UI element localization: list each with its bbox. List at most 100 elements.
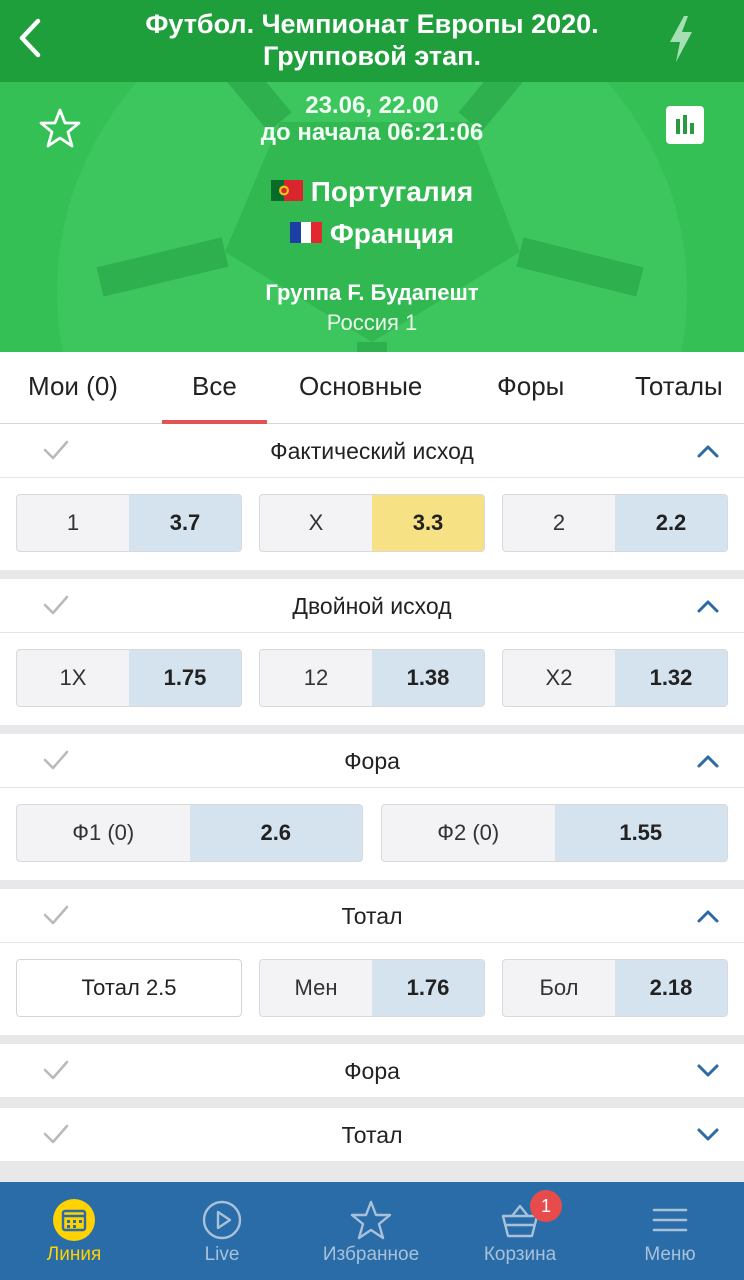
bet-button[interactable]: X2 1.32 — [502, 649, 728, 707]
market-total: Тотал Тотал 2.5 Мен 1.76 Бол 2.18 — [0, 889, 744, 1035]
market-outcome: Фактический исход 1 3.7 X 3.3 2 2.2 — [0, 424, 744, 570]
bet-label: X2 — [545, 665, 573, 690]
portugal-flag-icon — [270, 180, 303, 202]
market-title: Фактический исход — [270, 438, 474, 464]
bet-odd: 2.18 — [615, 960, 727, 1016]
tab-all[interactable]: Все — [162, 352, 267, 424]
chevron-up-icon[interactable] — [696, 440, 720, 462]
tab-handicaps[interactable]: Форы — [497, 352, 564, 424]
bet-odd-selected: 3.3 — [372, 495, 484, 551]
bet-label: 1X — [59, 665, 87, 690]
chevron-up-icon[interactable] — [696, 750, 720, 772]
page-title-line2: Групповой этап. — [263, 41, 481, 71]
market-bets: 1X 1.75 12 1.38 X2 1.32 — [0, 633, 744, 725]
bet-button[interactable]: Ф1 (0) 2.6 — [16, 804, 363, 862]
team-away: Франция — [0, 217, 744, 251]
market-header[interactable]: Тотал — [0, 889, 744, 943]
bet-button[interactable]: 1X 1.75 — [16, 649, 242, 707]
market-handicap-collapsed: Фора — [0, 1044, 744, 1098]
page-title: Футбол. Чемпионат Европы 2020. Групповой… — [80, 8, 664, 72]
nav-label: Live — [204, 1244, 240, 1265]
calendar-icon — [53, 1199, 95, 1241]
market-title: Двойной исход — [292, 593, 452, 619]
menu-icon — [652, 1208, 688, 1232]
bet-odd: 2.6 — [189, 805, 362, 861]
lightning-icon — [670, 16, 692, 62]
market-tabs: Мои (0) Все Основные Форы Тоталы — [0, 352, 744, 424]
market-header[interactable]: Фора — [0, 734, 744, 788]
match-header: 23.06, 22.00 до начала 06:21:06 Португал… — [0, 82, 744, 352]
chevron-up-icon[interactable] — [696, 905, 720, 927]
market-header[interactable]: Двойной исход — [0, 579, 744, 633]
team-home: Португалия — [0, 175, 744, 209]
nav-line[interactable]: Линия — [0, 1182, 148, 1280]
nav-label: Корзина — [483, 1244, 557, 1265]
top-bar: Футбол. Чемпионат Европы 2020. Групповой… — [0, 0, 744, 82]
bet-label: Мен — [294, 975, 338, 1000]
chevron-left-icon — [19, 18, 41, 58]
bet-odd: 3.7 — [129, 495, 241, 551]
team-home-name: Португалия — [310, 176, 474, 207]
team-away-name: Франция — [329, 218, 455, 249]
back-button[interactable] — [12, 14, 48, 62]
market-handicap: Фора Ф1 (0) 2.6 Ф2 (0) 1.55 — [0, 734, 744, 880]
bet-label: Ф2 (0) — [437, 820, 500, 845]
match-date: 23.06, 22.00 — [305, 92, 439, 119]
tab-main[interactable]: Основные — [299, 352, 422, 424]
bet-odd: 1.55 — [554, 805, 727, 861]
live-bolt-button[interactable] — [666, 14, 696, 64]
play-icon — [202, 1200, 242, 1240]
star-icon — [350, 1200, 392, 1240]
market-bets: Ф1 (0) 2.6 Ф2 (0) 1.55 — [0, 788, 744, 880]
tv-channel: Россия 1 — [326, 310, 418, 335]
chevron-down-icon[interactable] — [696, 1060, 720, 1082]
bet-label: Бол — [539, 975, 579, 1000]
market-bets: Тотал 2.5 Мен 1.76 Бол 2.18 — [0, 943, 744, 1035]
market-title: Тотал — [341, 903, 403, 929]
bet-label: 12 — [303, 665, 329, 690]
bet-button[interactable]: 2 2.2 — [502, 494, 728, 552]
tab-totals[interactable]: Тоталы — [635, 352, 723, 424]
nav-favorites[interactable]: Избранное — [297, 1182, 445, 1280]
market-title: Тотал — [341, 1122, 403, 1148]
basket-count-badge: 1 — [530, 1190, 562, 1222]
market-total-collapsed: Тотал — [0, 1108, 744, 1162]
chevron-up-icon[interactable] — [696, 595, 720, 617]
nav-label: Линия — [46, 1244, 102, 1265]
market-title: Фора — [344, 748, 400, 774]
bet-odd: 1.76 — [372, 960, 484, 1016]
bet-label: Ф1 (0) — [72, 820, 135, 845]
bet-odd: 1.32 — [615, 650, 727, 706]
france-flag-icon — [289, 222, 322, 244]
bottom-nav: Линия Live Избранное 1 Корзина Меню — [0, 1182, 744, 1280]
match-group: Группа F. Будапешт — [265, 280, 479, 305]
market-double: Двойной исход 1X 1.75 12 1.38 X2 1.32 — [0, 579, 744, 725]
market-header[interactable]: Фактический исход — [0, 424, 744, 478]
bet-label: 2 — [552, 510, 566, 535]
bet-button[interactable]: X 3.3 — [259, 494, 485, 552]
market-header[interactable]: Тотал — [0, 1108, 744, 1162]
nav-label: Меню — [644, 1244, 696, 1265]
nav-label: Избранное — [322, 1244, 420, 1265]
market-header[interactable]: Фора — [0, 1044, 744, 1098]
match-countdown: до начала 06:21:06 — [260, 119, 484, 146]
bet-button[interactable]: Мен 1.76 — [259, 959, 485, 1017]
page-title-line1: Футбол. Чемпионат Европы 2020. — [145, 9, 599, 39]
bet-label: X — [308, 510, 324, 535]
bet-button[interactable]: 12 1.38 — [259, 649, 485, 707]
nav-menu[interactable]: Меню — [596, 1182, 744, 1280]
bet-button[interactable]: 1 3.7 — [16, 494, 242, 552]
nav-live[interactable]: Live — [148, 1182, 296, 1280]
bet-label: 1 — [66, 510, 80, 535]
bet-odd: 2.2 — [615, 495, 727, 551]
bet-button[interactable]: Бол 2.18 — [502, 959, 728, 1017]
market-bets: 1 3.7 X 3.3 2 2.2 — [0, 478, 744, 570]
bet-button[interactable]: Ф2 (0) 1.55 — [381, 804, 728, 862]
total-line-select[interactable]: Тотал 2.5 — [16, 959, 242, 1017]
tab-my[interactable]: Мои (0) — [28, 352, 118, 424]
bet-odd: 1.75 — [129, 650, 241, 706]
bet-odd: 1.38 — [372, 650, 484, 706]
nav-basket[interactable]: 1 Корзина — [446, 1182, 594, 1280]
chevron-down-icon[interactable] — [696, 1124, 720, 1146]
market-title: Фора — [344, 1058, 400, 1084]
